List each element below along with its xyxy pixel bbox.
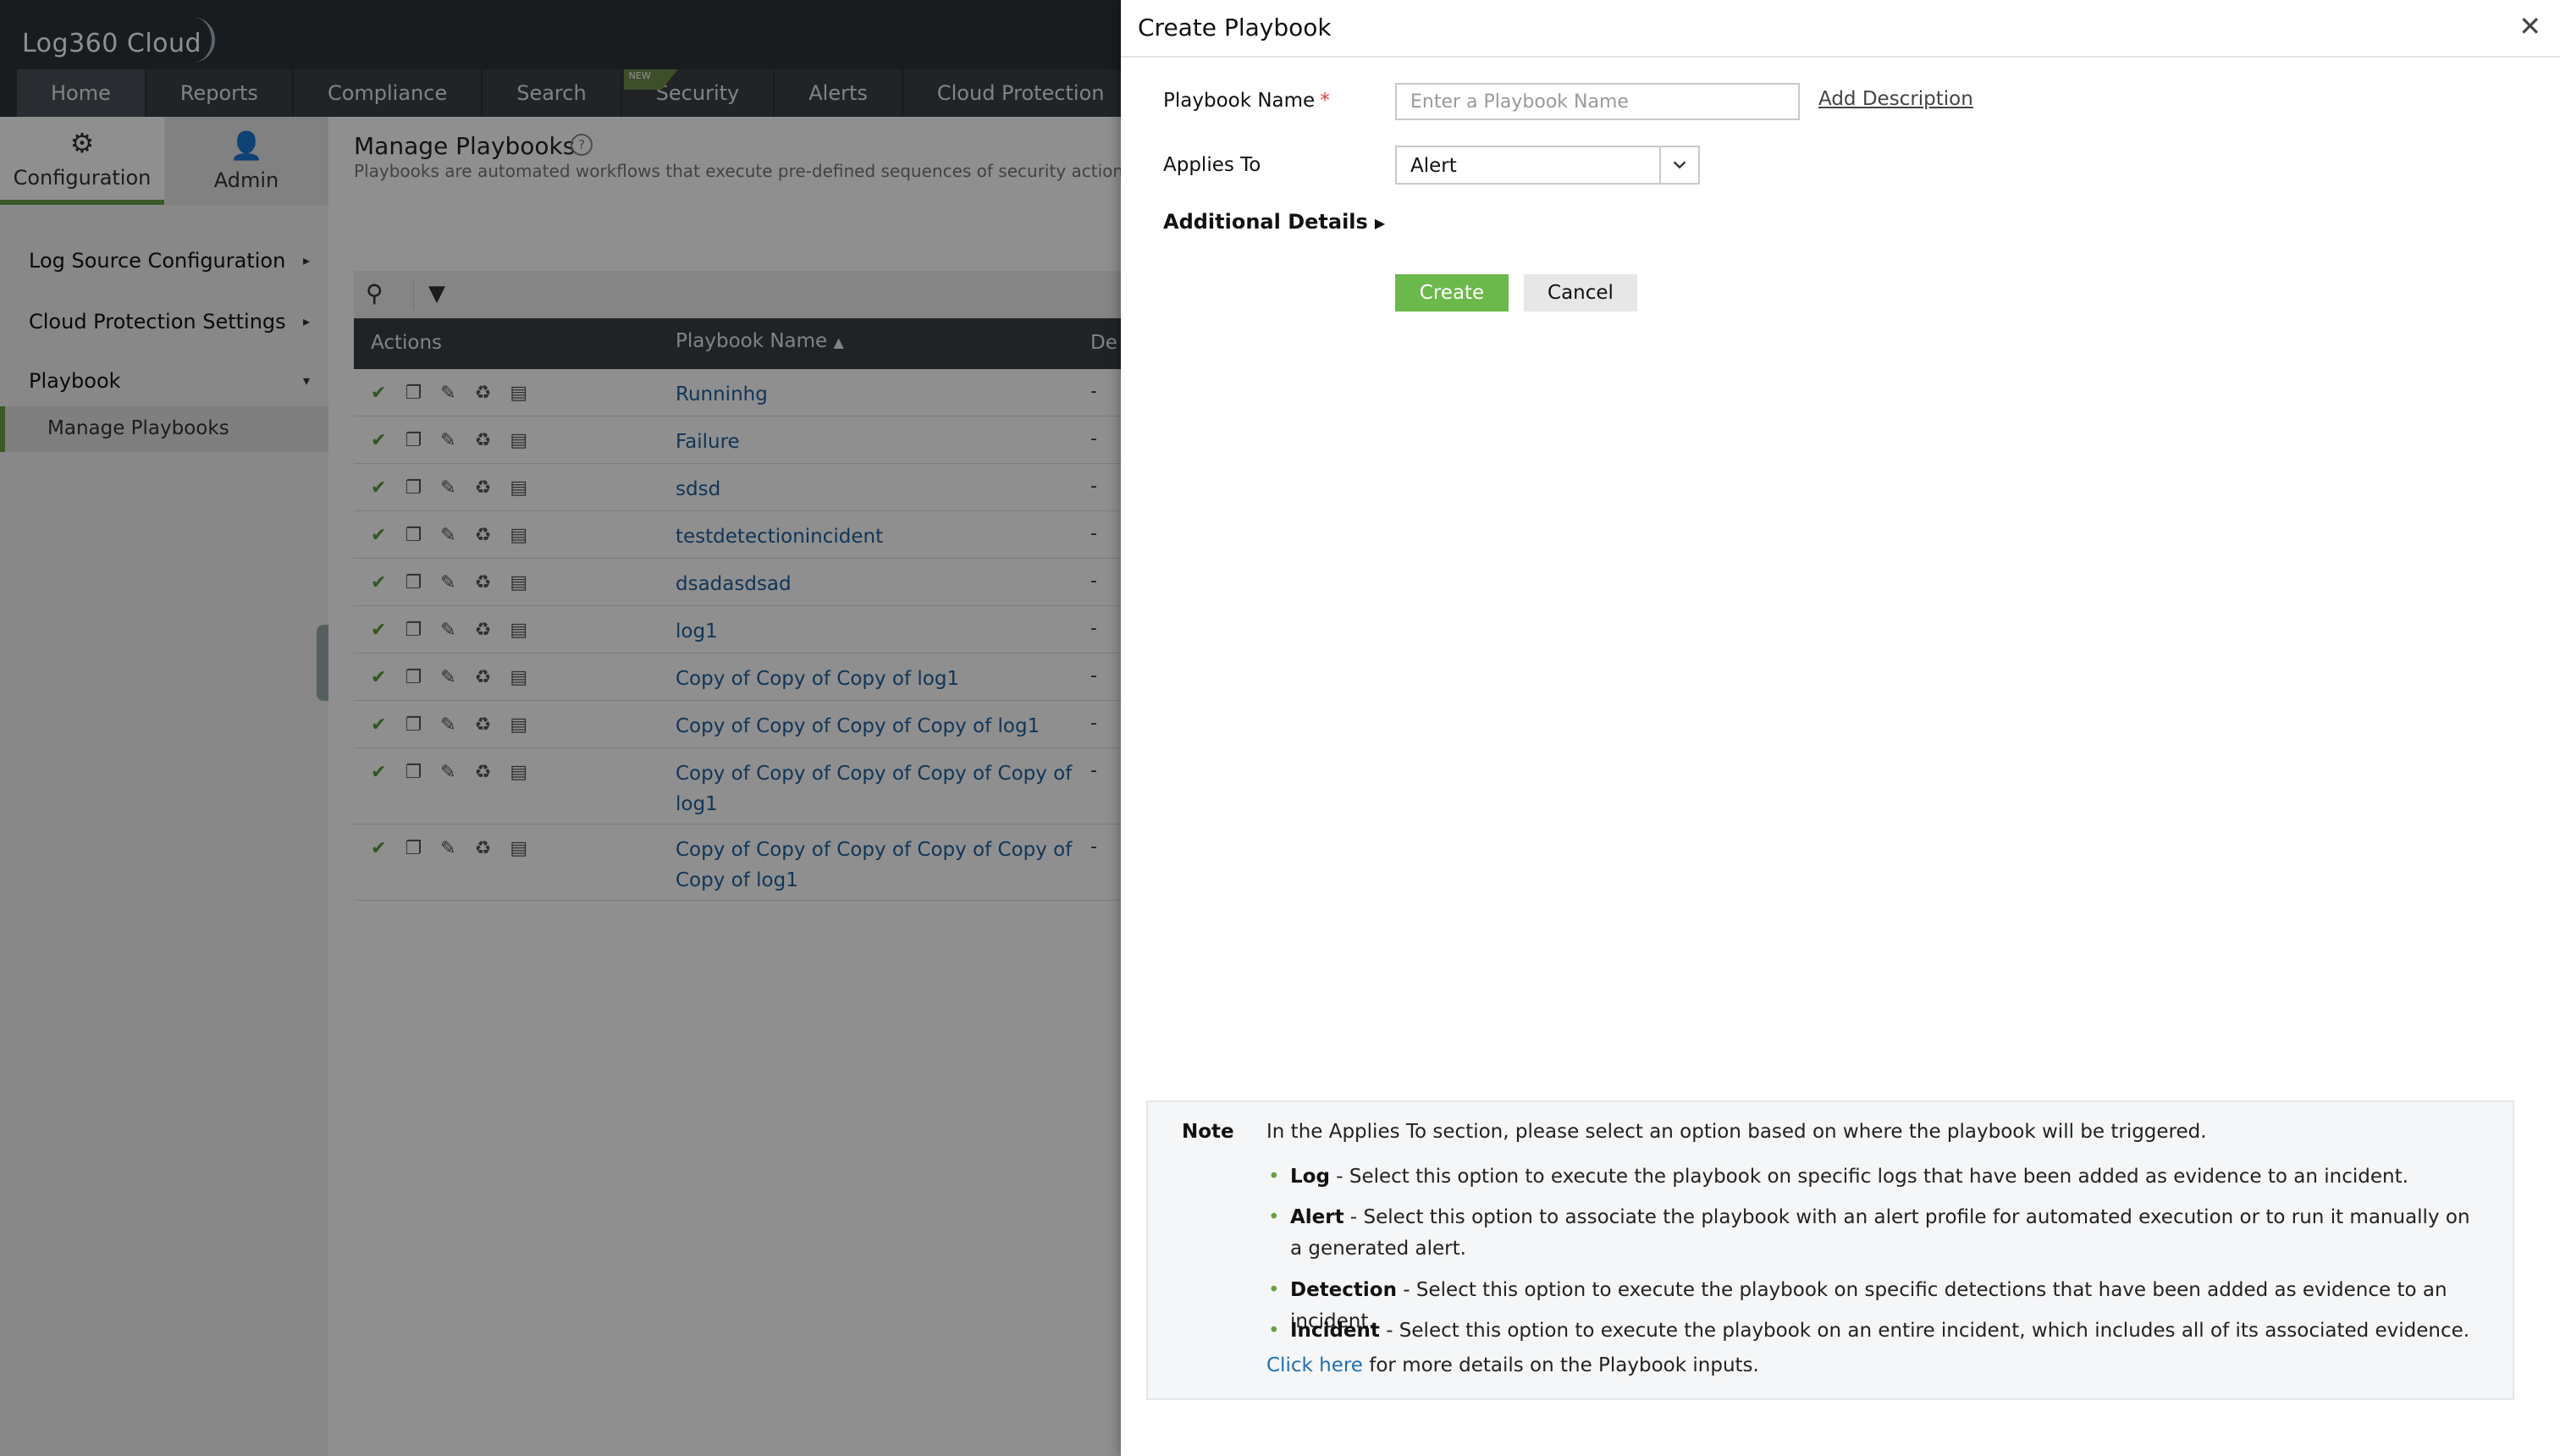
additional-details-toggle[interactable]: Additional Details ▶ <box>1163 210 1385 234</box>
note-footer-text: for more details on the Playbook inputs. <box>1362 1354 1759 1376</box>
note-box: Note In the Applies To section, please s… <box>1146 1100 2514 1400</box>
chevron-down-icon[interactable] <box>1659 147 1698 183</box>
add-description-link[interactable]: Add Description <box>1818 88 1973 110</box>
applies-to-label: Applies To <box>1163 154 1261 176</box>
panel-header: Create Playbook ✕ <box>1121 0 2560 58</box>
bullet-icon: • <box>1268 1279 1280 1301</box>
note-intro: In the Applies To section, please select… <box>1266 1121 2207 1143</box>
field-label-text: Playbook Name <box>1163 90 1316 112</box>
bullet-icon: • <box>1268 1206 1280 1228</box>
bullet-icon: • <box>1268 1320 1280 1342</box>
note-term: Alert <box>1290 1206 1344 1228</box>
note-item-log: • Log - Select this option to execute the… <box>1266 1161 2486 1193</box>
applies-to-value: Alert <box>1410 155 1457 177</box>
bullet-icon: • <box>1268 1166 1280 1188</box>
note-text: - Select this option to execute the play… <box>1329 1166 2408 1188</box>
caret-right-icon: ▶ <box>1374 214 1386 231</box>
note-item-incident: • Incident - Select this option to execut… <box>1266 1315 2486 1347</box>
create-playbook-panel: Create Playbook ✕ Playbook Name* Add Des… <box>1121 0 2560 1456</box>
click-here-link[interactable]: Click here <box>1266 1354 1363 1376</box>
note-text: - Select this option to associate the pl… <box>1290 1206 2470 1260</box>
additional-details-label: Additional Details <box>1163 210 1368 234</box>
required-asterisk: * <box>1320 90 1330 112</box>
panel-title: Create Playbook <box>1138 14 1332 41</box>
applies-to-select[interactable]: Alert <box>1395 146 1700 185</box>
note-term: Incident <box>1290 1320 1380 1342</box>
close-icon[interactable]: ✕ <box>2519 10 2541 42</box>
create-button[interactable]: Create <box>1395 274 1509 312</box>
playbook-name-label: Playbook Name * <box>1163 90 1330 112</box>
note-term: Log <box>1290 1166 1330 1188</box>
playbook-name-input[interactable] <box>1395 83 1800 120</box>
note-text: - Select this option to execute the play… <box>1379 1320 2470 1342</box>
note-footer: Click here for more details on the Playb… <box>1266 1354 1759 1376</box>
note-item-alert: • Alert - Select this option to associate… <box>1266 1202 2486 1265</box>
cancel-button[interactable]: Cancel <box>1524 274 1637 312</box>
modal-overlay[interactable] <box>0 0 1121 1456</box>
note-label: Note <box>1182 1121 1234 1143</box>
note-term: Detection <box>1290 1279 1397 1301</box>
